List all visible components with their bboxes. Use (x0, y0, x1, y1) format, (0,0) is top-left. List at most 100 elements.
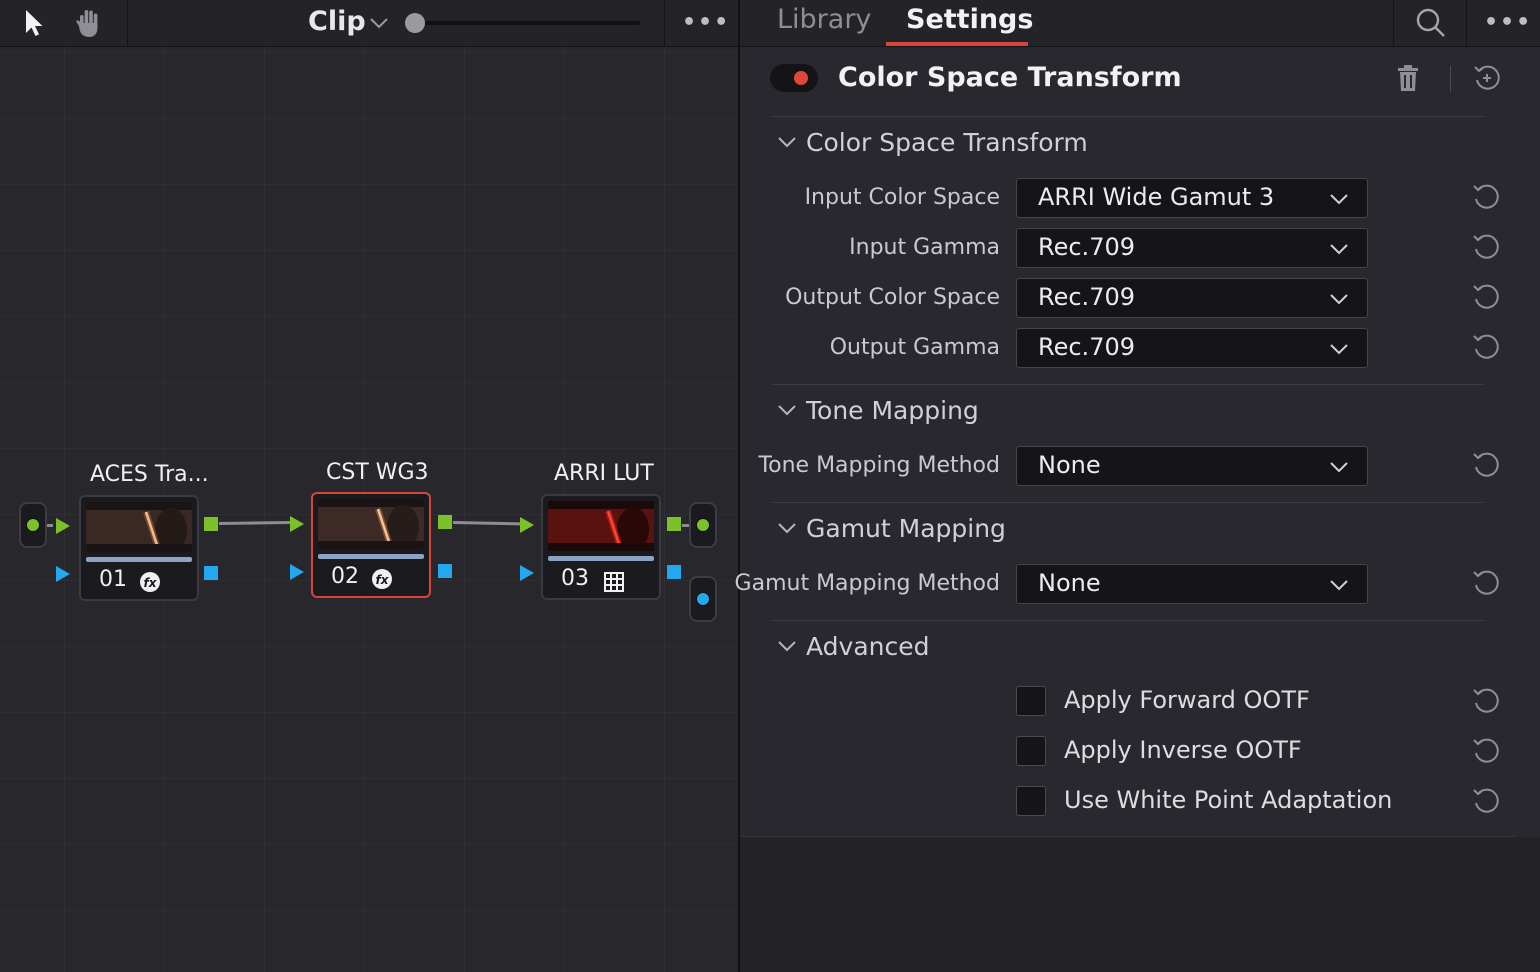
section-title: Advanced (806, 632, 930, 661)
pointer-icon[interactable] (18, 6, 52, 40)
output-rgb-port[interactable] (689, 502, 717, 548)
checkbox-label[interactable]: Apply Inverse OOTF (1064, 736, 1302, 764)
section-advanced-header[interactable]: Advanced (776, 632, 930, 663)
chevron-down-icon (776, 516, 800, 545)
node-editor[interactable]: Clip ••• ACES Tra... 01 fx CST WG3 02 fx… (0, 0, 738, 972)
chevron-down-icon (1329, 291, 1349, 311)
chevron-down-icon (1329, 341, 1349, 361)
output-color-space-select[interactable]: Rec.709 (1016, 278, 1368, 318)
search-icon[interactable] (1414, 6, 1448, 44)
zoom-slider-track[interactable] (414, 21, 640, 25)
input-color-space-select[interactable]: ARRI Wide Gamut 3 (1016, 178, 1368, 218)
input-color-space-label: Input Color Space (804, 185, 1000, 210)
section-gamut-mapping-header[interactable]: Gamut Mapping (776, 514, 1006, 545)
divider (772, 116, 1484, 117)
section-tone-mapping-header[interactable]: Tone Mapping (776, 396, 979, 427)
section-title: Color Space Transform (806, 128, 1088, 157)
inspector-more-button[interactable]: ••• (1484, 10, 1532, 35)
reset-icon[interactable] (1470, 685, 1502, 717)
use-white-point-adaptation-checkbox[interactable] (1016, 786, 1046, 816)
hand-icon[interactable] (72, 6, 106, 40)
tab-library[interactable]: Library (777, 4, 871, 35)
output-alpha-port[interactable] (689, 576, 717, 622)
divider (772, 620, 1484, 621)
tab-settings[interactable]: Settings (906, 4, 1033, 35)
chevron-down-icon (1329, 241, 1349, 261)
select-value: Rec.709 (1038, 233, 1135, 261)
reset-icon[interactable] (1470, 331, 1502, 363)
node-title: CST WG3 (326, 460, 429, 485)
node-input-rgb[interactable] (290, 516, 304, 532)
effect-enable-toggle[interactable] (770, 64, 818, 92)
node-editor-more-button[interactable]: ••• (682, 10, 730, 35)
apply-inverse-ootf-checkbox[interactable] (1016, 736, 1046, 766)
section-cst-header[interactable]: Color Space Transform (776, 128, 1088, 159)
node-input-rgb[interactable] (520, 517, 534, 533)
mode-label[interactable]: Clip (308, 6, 366, 37)
node-input-alpha[interactable] (290, 564, 304, 580)
reset-icon[interactable] (1470, 231, 1502, 263)
reset-icon[interactable] (1470, 449, 1502, 481)
chevron-down-icon (776, 634, 800, 663)
chevron-down-icon (776, 130, 800, 159)
link-01-to-02 (218, 520, 292, 525)
output-color-space-label: Output Color Space (785, 285, 1000, 310)
node-title: ARRI LUT (554, 461, 654, 486)
reset-all-icon[interactable] (1472, 63, 1502, 97)
source-dot (26, 518, 40, 532)
section-title: Gamut Mapping (806, 514, 1006, 543)
node-03[interactable]: 03 (541, 494, 661, 600)
inspector-empty-area (740, 837, 1540, 972)
node-01[interactable]: 01 fx (79, 495, 199, 601)
node-input-rgb[interactable] (56, 518, 70, 534)
svg-text:fx: fx (376, 573, 390, 587)
source-input-port[interactable] (19, 502, 47, 548)
chevron-down-icon (1329, 577, 1349, 597)
toggle-knob (794, 71, 808, 85)
input-gamma-select[interactable]: Rec.709 (1016, 228, 1368, 268)
node-output-alpha[interactable] (204, 566, 218, 580)
reset-icon[interactable] (1470, 567, 1502, 599)
divider (772, 502, 1484, 503)
effect-header: Color Space Transform (740, 48, 1540, 112)
zoom-slider-knob[interactable] (405, 13, 425, 33)
reset-icon[interactable] (1470, 785, 1502, 817)
select-value: None (1038, 451, 1101, 479)
chevron-down-icon[interactable] (368, 12, 390, 38)
apply-forward-ootf-checkbox[interactable] (1016, 686, 1046, 716)
node-bar (548, 556, 654, 561)
divider (772, 384, 1484, 385)
fx-icon: fx (371, 568, 393, 594)
node-thumbnail (86, 502, 192, 552)
checkbox-label[interactable]: Use White Point Adaptation (1064, 786, 1392, 814)
section-title: Tone Mapping (806, 396, 979, 425)
node-editor-toolbar: Clip ••• (0, 0, 738, 47)
node-thumbnail (318, 499, 424, 549)
node-number: 02 (331, 564, 359, 589)
node-output-alpha[interactable] (667, 565, 681, 579)
node-input-alpha[interactable] (56, 566, 70, 582)
link-source-to-01 (47, 524, 53, 527)
inspector-toolbar: Library Settings ••• (740, 0, 1540, 47)
tone-mapping-method-select[interactable]: None (1016, 446, 1368, 486)
select-value: None (1038, 569, 1101, 597)
output-gamma-select[interactable]: Rec.709 (1016, 328, 1368, 368)
reset-icon[interactable] (1470, 181, 1502, 213)
gamut-mapping-method-select[interactable]: None (1016, 564, 1368, 604)
inspector-panel: Library Settings ••• Color Space Transfo… (735, 0, 1540, 972)
node-02[interactable]: 02 fx (311, 492, 431, 598)
node-number: 03 (561, 566, 589, 591)
reset-icon[interactable] (1470, 735, 1502, 767)
fx-icon: fx (139, 571, 161, 597)
trash-icon[interactable] (1396, 64, 1420, 96)
node-output-alpha[interactable] (438, 564, 452, 578)
checkbox-label[interactable]: Apply Forward OOTF (1064, 686, 1310, 714)
node-input-alpha[interactable] (520, 565, 534, 581)
gamut-mapping-method-label: Gamut Mapping Method (734, 571, 1000, 596)
output-alpha-dot (696, 592, 710, 606)
node-output-rgb[interactable] (667, 517, 681, 531)
node-bar (318, 554, 424, 559)
node-output-rgb[interactable] (204, 517, 218, 531)
node-output-rgb[interactable] (438, 515, 452, 529)
reset-icon[interactable] (1470, 281, 1502, 313)
